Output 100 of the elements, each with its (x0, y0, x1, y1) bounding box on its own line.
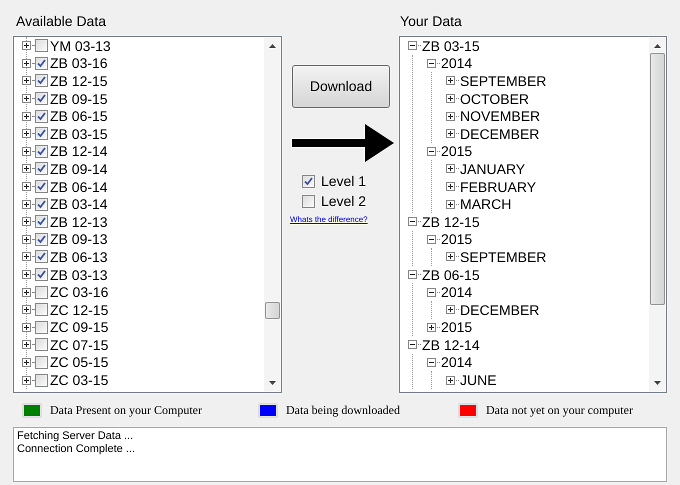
expand-icon[interactable] (22, 182, 31, 192)
tree-item[interactable]: ZB 09-14 (50, 162, 108, 176)
scroll-thumb[interactable] (264, 302, 280, 319)
checkbox[interactable] (35, 198, 48, 211)
expand-icon[interactable] (22, 76, 31, 86)
scroll-down-icon[interactable] (268, 381, 276, 385)
expand-icon[interactable] (446, 305, 456, 314)
expand-icon[interactable] (446, 182, 456, 192)
tree-item[interactable]: YM 03-13 (50, 38, 111, 53)
tree-item[interactable]: ZB 12-13 (50, 214, 108, 229)
tree-item[interactable]: DECEMBER (460, 126, 540, 141)
expand-icon[interactable] (22, 200, 31, 209)
tree-item[interactable]: DECEMBER (460, 302, 540, 317)
expand-icon[interactable] (446, 129, 456, 138)
tree-item[interactable]: ZB 03-16 (50, 56, 108, 70)
tree-item[interactable]: 2015 (441, 320, 472, 334)
collapse-icon[interactable] (408, 217, 418, 226)
expand-icon[interactable] (22, 376, 31, 385)
expand-icon[interactable] (22, 358, 31, 367)
scroll-down-icon[interactable] (654, 381, 661, 385)
collapse-icon[interactable] (408, 340, 418, 350)
checkbox[interactable] (302, 194, 315, 208)
checkbox[interactable] (35, 232, 48, 246)
difference-link[interactable]: Whats the difference? (290, 214, 368, 226)
tree-item[interactable]: 2014 (441, 56, 472, 70)
expand-icon[interactable] (22, 58, 31, 68)
tree-item[interactable]: ZB 03-15 (50, 126, 108, 141)
expand-icon[interactable] (22, 252, 31, 262)
checkbox[interactable] (35, 250, 48, 264)
tree-item[interactable]: 2014 (441, 355, 472, 370)
checkbox[interactable] (35, 74, 48, 88)
tree-item[interactable]: SEPTEMBER (460, 250, 546, 264)
expand-icon[interactable] (446, 112, 456, 121)
tree-item[interactable]: ZB 06-14 (50, 180, 108, 194)
expand-icon[interactable] (22, 129, 31, 138)
checkbox[interactable] (35, 338, 48, 352)
expand-icon[interactable] (22, 112, 31, 121)
checkbox[interactable] (35, 110, 48, 123)
tree-item[interactable]: ZB 09-13 (50, 232, 108, 246)
scroll-up-icon[interactable] (654, 44, 661, 48)
tree-item[interactable]: NOVEMBER (460, 109, 540, 124)
scrollbar[interactable] (649, 37, 666, 392)
tree-item[interactable]: 2014 (441, 285, 472, 300)
checkbox[interactable] (35, 56, 48, 70)
checkbox[interactable] (35, 286, 48, 299)
expand-icon[interactable] (22, 146, 31, 156)
checkbox[interactable] (35, 303, 48, 316)
checkbox[interactable] (35, 127, 48, 140)
scrollbar[interactable] (264, 37, 281, 392)
checkbox[interactable] (35, 356, 48, 369)
tree-item[interactable]: OCTOBER (460, 92, 530, 106)
expand-icon[interactable] (22, 41, 31, 50)
tree-item[interactable]: ZC 03-15 (50, 373, 108, 388)
tree-item[interactable]: ZC 03-16 (50, 285, 108, 300)
tree-item[interactable]: ZC 09-15 (50, 320, 108, 334)
expand-icon[interactable] (446, 164, 456, 174)
expand-icon[interactable] (427, 322, 436, 332)
expand-icon[interactable] (446, 94, 456, 104)
expand-icon[interactable] (22, 305, 31, 314)
tree-item[interactable]: ZB 12-14 (422, 338, 480, 352)
expand-icon[interactable] (446, 200, 456, 209)
tree-item[interactable]: 2015 (441, 232, 472, 246)
collapse-icon[interactable] (427, 358, 436, 367)
tree-item[interactable]: ZB 09-15 (50, 92, 108, 106)
level-label[interactable]: Level 2 (320, 194, 366, 208)
collapse-icon[interactable] (408, 270, 418, 280)
tree-item[interactable]: MARCH (460, 197, 512, 212)
tree-item[interactable]: ZC 12-15 (50, 302, 108, 317)
tree-item[interactable]: 2015 (441, 144, 472, 158)
expand-icon[interactable] (22, 164, 31, 174)
checkbox[interactable] (35, 268, 48, 282)
tree-item[interactable]: JANUARY (460, 162, 526, 176)
tree-item[interactable]: JUNE (460, 373, 497, 388)
tree-item[interactable]: ZB 06-15 (50, 109, 108, 124)
expand-icon[interactable] (22, 217, 31, 226)
expand-icon[interactable] (22, 94, 31, 104)
checkbox[interactable] (35, 374, 48, 387)
checkbox[interactable] (35, 215, 48, 228)
expand-icon[interactable] (22, 288, 31, 297)
expand-icon[interactable] (22, 340, 31, 350)
collapse-icon[interactable] (427, 146, 436, 156)
tree-item[interactable]: ZB 03-14 (50, 197, 108, 212)
tree-item[interactable]: ZB 03-13 (50, 268, 108, 282)
level-label[interactable]: Level 1 (320, 174, 366, 188)
download-button[interactable]: Download (292, 65, 390, 108)
tree-item[interactable]: ZB 06-13 (50, 250, 108, 264)
checkbox[interactable] (35, 144, 48, 158)
tree-item[interactable]: ZB 12-15 (50, 74, 108, 88)
tree-item[interactable]: ZC 07-15 (50, 338, 108, 352)
tree-item[interactable]: ZB 06-15 (422, 268, 480, 282)
checkbox[interactable] (302, 174, 315, 188)
checkbox[interactable] (35, 320, 48, 334)
expand-icon[interactable] (22, 270, 31, 280)
tree-item[interactable]: SEPTEMBER (460, 74, 546, 88)
tree-item[interactable]: ZC 05-15 (50, 355, 108, 370)
collapse-icon[interactable] (427, 58, 436, 68)
checkbox[interactable] (35, 162, 48, 176)
expand-icon[interactable] (446, 76, 456, 86)
expand-icon[interactable] (22, 234, 31, 244)
tree-item[interactable]: ZB 12-14 (50, 144, 108, 158)
